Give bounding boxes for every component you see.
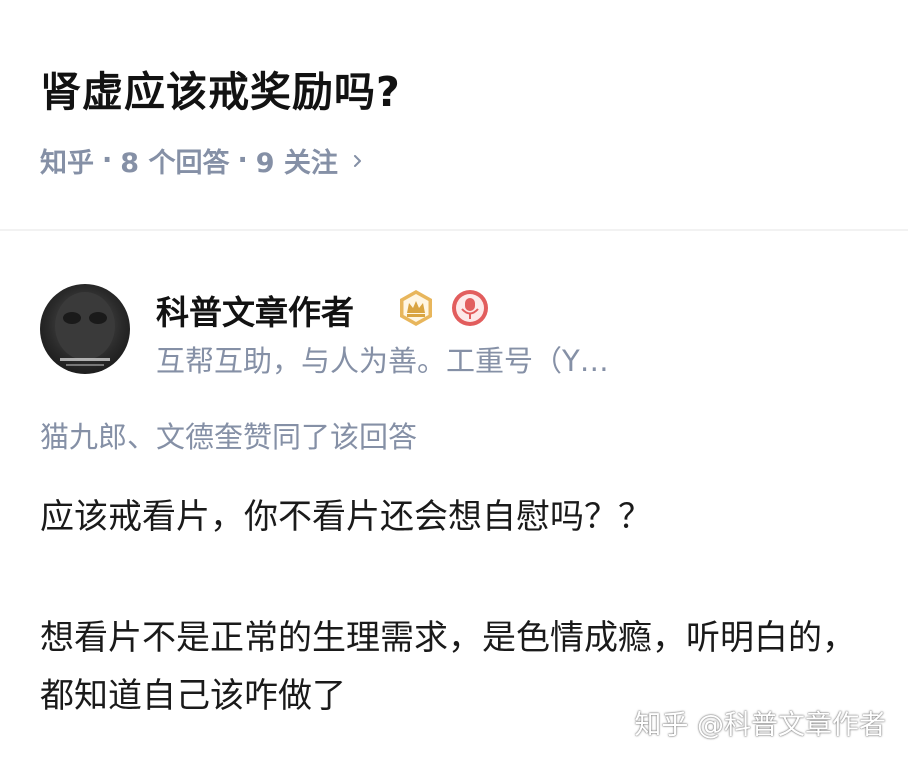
question-title[interactable]: 肾虚应该戒奖励吗? — [40, 58, 401, 118]
author-name[interactable]: 科普文章作者 — [156, 286, 354, 334]
section-divider — [0, 229, 908, 231]
meta-site: 知乎 — [40, 148, 94, 179]
crown-badge-icon[interactable] — [396, 288, 436, 328]
author-bio: 互帮互助，与人为善。工重号（Y… — [156, 344, 609, 378]
meta-answers: 8 个回答 — [120, 148, 230, 179]
question-meta[interactable]: 知乎 · 8 个回答 · 9 关注 — [40, 141, 364, 180]
watermark: 知乎 @科普文章作者 — [634, 710, 886, 741]
meta-separator: · — [237, 145, 248, 176]
mic-badge-icon[interactable] — [450, 288, 490, 328]
answer-paragraph: 应该戒看片，你不看片还会想自慰吗？？ — [40, 497, 652, 537]
meta-separator: · — [102, 145, 113, 176]
avatar[interactable] — [40, 284, 130, 374]
chevron-right-icon — [353, 154, 361, 167]
avatar-image-icon — [55, 292, 115, 366]
meta-followers: 9 关注 — [255, 148, 338, 179]
voters-line[interactable]: 猫九郎、文德奎赞同了该回答 — [40, 414, 417, 456]
